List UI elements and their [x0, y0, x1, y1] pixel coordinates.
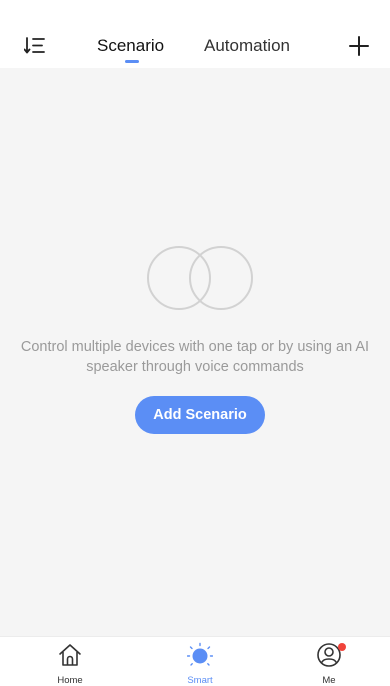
bottom-nav: Home Smart Me	[0, 636, 390, 686]
nav-item-me[interactable]: Me	[289, 637, 369, 686]
smart-screen: Scenario Automation Control multiple dev…	[0, 0, 390, 686]
nav-item-smart[interactable]: Smart	[160, 637, 240, 686]
empty-state-message: Control multiple devices with one tap or…	[20, 339, 370, 375]
nav-label-home: Home	[57, 675, 83, 686]
sort-list-icon	[24, 37, 45, 54]
notification-badge	[338, 643, 346, 651]
add-scenario-button[interactable]: Add Scenario	[135, 396, 265, 434]
tab-automation[interactable]: Automation	[204, 36, 290, 56]
active-tab-indicator	[125, 60, 139, 63]
sun-icon	[187, 642, 213, 666]
tab-scenario[interactable]: Scenario	[97, 36, 164, 56]
plus-icon	[349, 36, 369, 56]
nav-label-me: Me	[322, 675, 336, 686]
top-bar: Scenario Automation	[0, 0, 390, 68]
sort-button[interactable]	[22, 33, 48, 59]
home-icon	[59, 644, 81, 666]
nav-label-smart: Smart	[187, 675, 213, 686]
overlapping-circles-icon	[147, 246, 253, 310]
add-button[interactable]	[346, 33, 372, 59]
nav-item-home[interactable]: Home	[30, 637, 110, 686]
